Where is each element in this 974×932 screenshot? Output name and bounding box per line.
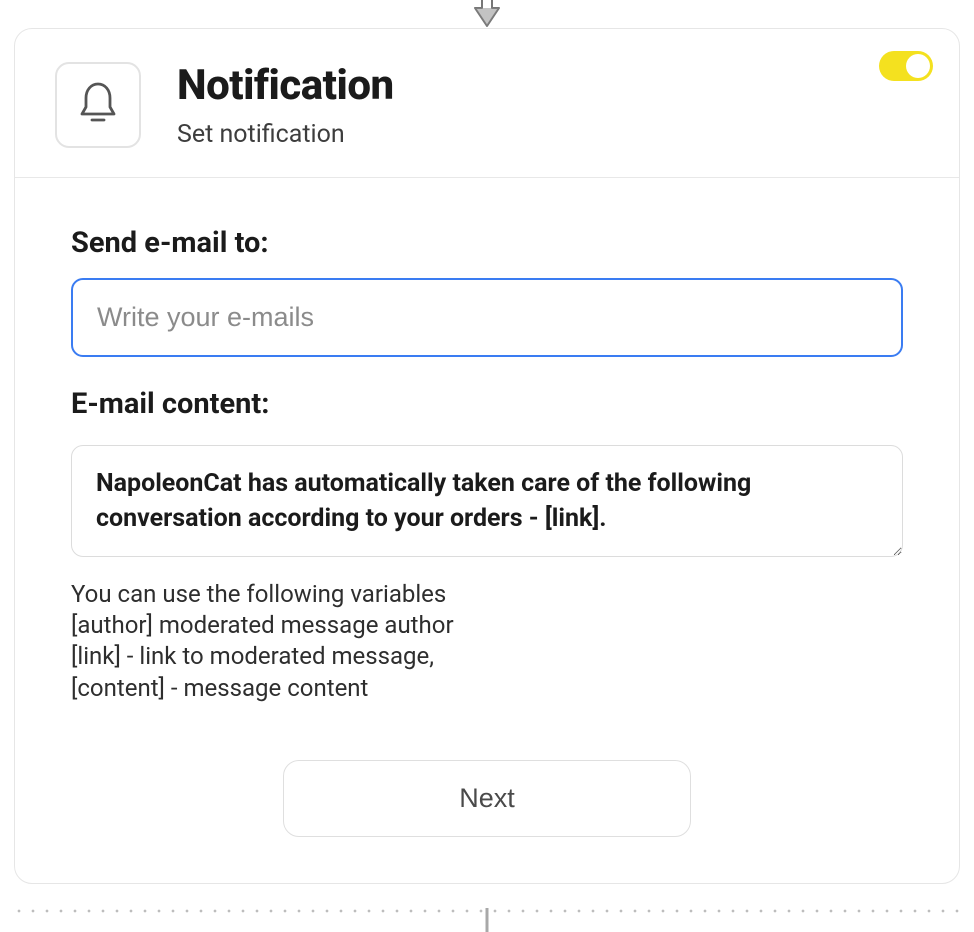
card-subtitle: Set notification	[177, 120, 394, 149]
card-body: Send e-mail to: E-mail content: Napoleon…	[15, 178, 959, 883]
email-content-label: E-mail content:	[71, 387, 903, 421]
enable-toggle[interactable]	[879, 51, 933, 81]
card-title: Notification	[177, 61, 394, 110]
email-to-input[interactable]	[71, 278, 903, 357]
next-button[interactable]: Next	[283, 760, 691, 837]
email-content-textarea[interactable]: NapoleonCat has automatically taken care…	[71, 445, 903, 557]
notification-icon-box	[55, 62, 141, 148]
email-to-label: Send e-mail to:	[71, 226, 903, 260]
card-header: Notification Set notification	[15, 29, 959, 178]
next-button-wrapper: Next	[71, 760, 903, 837]
connector-line-bottom	[486, 908, 489, 932]
header-text: Notification Set notification	[177, 61, 394, 149]
toggle-knob	[906, 54, 930, 78]
notification-card: Notification Set notification Send e-mai…	[14, 28, 960, 884]
bell-icon	[77, 80, 119, 130]
variables-help-text: You can use the following variables [aut…	[71, 579, 903, 704]
